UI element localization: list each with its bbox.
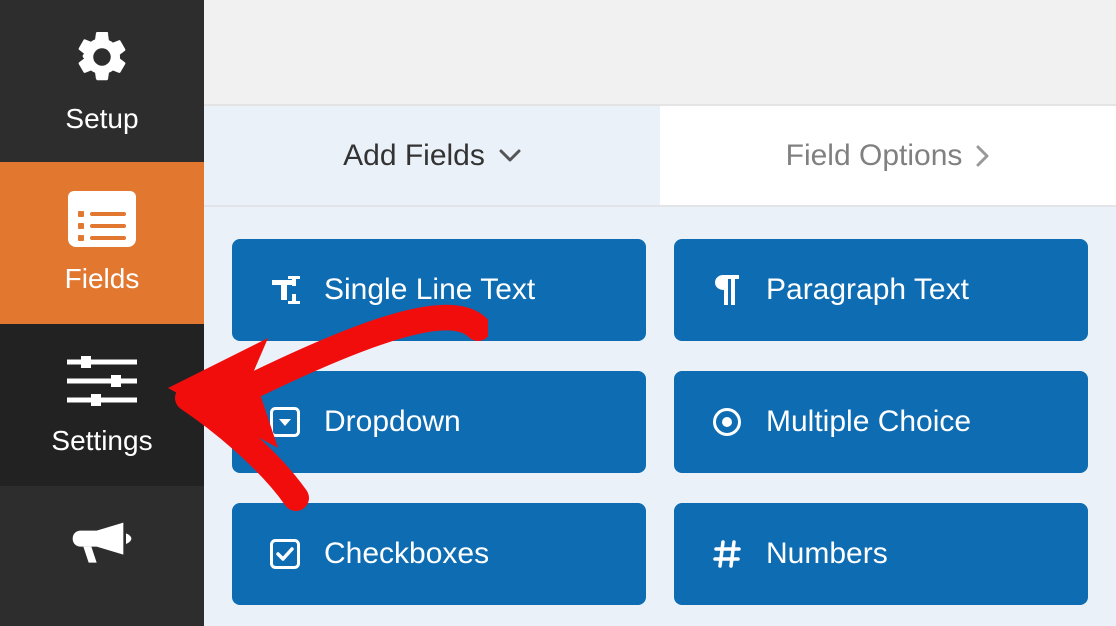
- sliders-icon: [67, 354, 137, 409]
- tab-label: Add Fields: [343, 139, 485, 173]
- tab-add-fields[interactable]: Add Fields: [204, 106, 660, 205]
- field-multiple-choice[interactable]: Multiple Choice: [674, 371, 1088, 473]
- gear-icon: [72, 27, 132, 87]
- tab-label: Field Options: [786, 139, 963, 173]
- list-icon: [68, 191, 136, 247]
- radio-icon: [710, 407, 744, 437]
- field-label: Paragraph Text: [766, 273, 969, 307]
- main-content: Add Fields Field Options: [204, 0, 1116, 626]
- sidebar-item-label: Fields: [65, 263, 140, 295]
- sidebar-item-label: Setup: [65, 103, 138, 135]
- field-numbers[interactable]: Numbers: [674, 503, 1088, 605]
- field-label: Multiple Choice: [766, 405, 971, 439]
- field-checkboxes[interactable]: Checkboxes: [232, 503, 646, 605]
- chevron-down-icon: [499, 149, 521, 163]
- check-square-icon: [268, 539, 302, 569]
- field-dropdown[interactable]: Dropdown: [232, 371, 646, 473]
- hash-icon: [710, 540, 744, 568]
- sidebar-item-label: Settings: [51, 425, 152, 457]
- sidebar: Setup Fields: [0, 0, 204, 626]
- field-label: Numbers: [766, 537, 888, 571]
- field-single-line-text[interactable]: Single Line Text: [232, 239, 646, 341]
- panel-tabs: Add Fields Field Options: [204, 106, 1116, 207]
- text-cursor-icon: [268, 276, 302, 304]
- field-label: Dropdown: [324, 405, 461, 439]
- header-spacer: [204, 0, 1116, 106]
- pilcrow-icon: [710, 275, 744, 305]
- chevron-right-icon: [976, 145, 990, 167]
- field-label: Checkboxes: [324, 537, 489, 571]
- field-label: Single Line Text: [324, 273, 535, 307]
- sidebar-item-marketing[interactable]: [0, 486, 204, 626]
- tab-field-options[interactable]: Field Options: [660, 106, 1116, 205]
- sidebar-item-setup[interactable]: Setup: [0, 0, 204, 162]
- sidebar-item-fields[interactable]: Fields: [0, 162, 204, 324]
- fields-grid: Single Line Text Paragraph Text Dropdown: [204, 207, 1116, 626]
- bullhorn-icon: [70, 516, 134, 572]
- sidebar-item-settings[interactable]: Settings: [0, 324, 204, 486]
- field-paragraph-text[interactable]: Paragraph Text: [674, 239, 1088, 341]
- caret-square-down-icon: [268, 407, 302, 437]
